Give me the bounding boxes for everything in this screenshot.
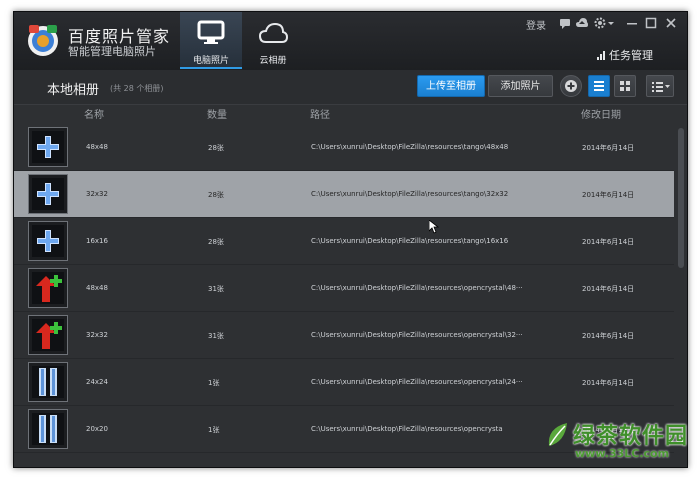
photo-count: 1张 bbox=[208, 379, 220, 387]
album-count: (共 28 个相册) bbox=[110, 84, 164, 93]
sort-menu-icon bbox=[652, 82, 670, 92]
signal-bars-icon bbox=[596, 51, 605, 60]
app-window: 百度照片管家 智能管理电脑照片 电脑照片 云相册 登录 任务管理 本地相册 (共… bbox=[13, 11, 688, 468]
baidu-photo-logo bbox=[28, 25, 58, 56]
message-icon[interactable] bbox=[559, 17, 571, 29]
watermark-leaf-icon bbox=[548, 423, 567, 446]
album-thumbnail[interactable] bbox=[28, 221, 68, 261]
watermark: 绿茶软件园 www.33LC.com bbox=[545, 418, 689, 466]
album-thumbnail[interactable] bbox=[28, 362, 68, 402]
tab-label: 云相册 bbox=[259, 56, 287, 66]
chevron-down-icon[interactable] bbox=[608, 17, 614, 29]
column-header-path[interactable]: 路径 bbox=[310, 106, 330, 121]
album-path: C:\Users\xunrui\Desktop\FileZilla\resour… bbox=[311, 378, 523, 386]
modified-date: 2014年6月14日 bbox=[582, 191, 635, 199]
plus-circle-icon bbox=[565, 80, 577, 92]
album-path: C:\Users\xunrui\Desktop\FileZilla\resour… bbox=[311, 237, 509, 245]
photo-count: 28张 bbox=[208, 238, 224, 246]
album-path: C:\Users\xunrui\Desktop\FileZilla\resour… bbox=[311, 425, 503, 433]
monitor-icon bbox=[197, 20, 225, 44]
photo-count: 28张 bbox=[208, 191, 224, 199]
album-path: C:\Users\xunrui\Desktop\FileZilla\resour… bbox=[311, 284, 523, 292]
add-album-button[interactable] bbox=[560, 75, 582, 97]
table-row[interactable]: 48x48 28张 C:\Users\xunrui\Desktop\FileZill… bbox=[14, 124, 674, 171]
grid-view-button[interactable] bbox=[614, 75, 636, 97]
column-header-count[interactable]: 数量 bbox=[207, 106, 227, 121]
album-list: 48x48 28张 C:\Users\xunrui\Desktop\FileZill… bbox=[14, 124, 674, 467]
album-thumbnail[interactable] bbox=[28, 127, 68, 167]
task-manager-button[interactable]: 任务管理 bbox=[596, 47, 653, 63]
plus-thumbnail-icon bbox=[37, 183, 59, 205]
red-arrow-plus-thumbnail-icon bbox=[36, 322, 62, 349]
vertical-scrollbar[interactable] bbox=[678, 124, 685, 467]
album-path: C:\Users\xunrui\Desktop\FileZilla\resour… bbox=[311, 190, 509, 198]
list-view-icon bbox=[594, 81, 604, 91]
album-path: C:\Users\xunrui\Desktop\FileZilla\resour… bbox=[311, 331, 523, 339]
album-thumbnail[interactable] bbox=[28, 315, 68, 355]
plus-thumbnail-icon bbox=[37, 230, 59, 252]
watermark-url: www.33LC.com bbox=[575, 447, 670, 460]
cloud-icon bbox=[258, 22, 288, 43]
pause-thumbnail-icon bbox=[39, 415, 57, 443]
table-row[interactable]: 24x24 1张 C:\Users\xunrui\Desktop\FileZilla… bbox=[14, 359, 674, 406]
tab-label: 电脑照片 bbox=[192, 56, 229, 66]
upload-to-album-button[interactable]: 上传至相册 bbox=[417, 75, 485, 97]
pause-thumbnail-icon bbox=[39, 368, 57, 396]
task-manager-label: 任务管理 bbox=[609, 49, 653, 62]
album-thumbnail[interactable] bbox=[28, 174, 68, 214]
album-name: 48x48 bbox=[86, 284, 108, 292]
close-icon[interactable] bbox=[665, 17, 677, 29]
add-photos-button[interactable]: 添加照片 bbox=[488, 75, 553, 97]
album-name: 48x48 bbox=[86, 143, 108, 151]
gear-icon[interactable] bbox=[594, 17, 606, 29]
list-view-button[interactable] bbox=[588, 75, 610, 97]
table-row[interactable]: 32x32 31张 C:\Users\xunrui\Desktop\FileZill… bbox=[14, 312, 674, 359]
photo-count: 28张 bbox=[208, 144, 224, 152]
grid-view-icon bbox=[620, 81, 630, 91]
modified-date: 2014年6月14日 bbox=[582, 332, 635, 340]
album-name: 16x16 bbox=[86, 237, 108, 245]
table-row[interactable]: 16x16 28张 C:\Users\xunrui\Desktop\FileZill… bbox=[14, 218, 674, 265]
photo-count: 31张 bbox=[208, 332, 224, 340]
table-row[interactable]: 48x48 31张 C:\Users\xunrui\Desktop\FileZill… bbox=[14, 265, 674, 312]
plus-thumbnail-icon bbox=[37, 136, 59, 158]
modified-date: 2014年6月14日 bbox=[582, 144, 635, 152]
album-title: 本地相册 bbox=[47, 83, 100, 98]
scrollbar-thumb[interactable] bbox=[678, 128, 684, 268]
login-link[interactable]: 登录 bbox=[526, 17, 546, 32]
mouse-cursor-icon bbox=[429, 220, 439, 234]
red-arrow-plus-thumbnail-icon bbox=[36, 275, 62, 302]
title-bar: 百度照片管家 智能管理电脑照片 电脑照片 云相册 登录 任务管理 bbox=[14, 12, 687, 71]
album-path: C:\Users\xunrui\Desktop\FileZilla\resour… bbox=[311, 143, 509, 151]
column-header-date[interactable]: 修改日期 bbox=[581, 106, 621, 121]
album-name: 32x32 bbox=[86, 331, 108, 339]
modified-date: 2014年6月14日 bbox=[582, 285, 635, 293]
maximize-icon[interactable] bbox=[645, 17, 657, 29]
watermark-brand: 绿茶软件园 bbox=[573, 424, 689, 449]
album-name: 24x24 bbox=[86, 378, 108, 386]
album-toolbar: 本地相册 (共 28 个相册) 上传至相册 添加照片 bbox=[14, 70, 687, 105]
column-header-name[interactable]: 名称 bbox=[84, 106, 104, 121]
photo-count: 31张 bbox=[208, 285, 224, 293]
modified-date: 2014年6月14日 bbox=[582, 379, 635, 387]
album-name: 20x20 bbox=[86, 425, 108, 433]
album-name: 32x32 bbox=[86, 190, 108, 198]
table-header: 名称 数量 路径 修改日期 bbox=[14, 104, 674, 124]
modified-date: 2014年6月14日 bbox=[582, 238, 635, 246]
app-subtitle: 智能管理电脑照片 bbox=[68, 45, 156, 58]
tab-cloud-album[interactable]: 云相册 bbox=[242, 12, 304, 69]
album-thumbnail[interactable] bbox=[28, 268, 68, 308]
cloud-upload-icon[interactable] bbox=[576, 17, 588, 29]
album-thumbnail[interactable] bbox=[28, 409, 68, 449]
photo-count: 1张 bbox=[208, 426, 220, 434]
table-row[interactable]: 32x32 28张 C:\Users\xunrui\Desktop\FileZill… bbox=[14, 171, 674, 218]
minimize-icon[interactable] bbox=[626, 17, 638, 29]
tab-computer-photos[interactable]: 电脑照片 bbox=[180, 12, 242, 69]
sort-menu-button[interactable] bbox=[646, 75, 674, 97]
